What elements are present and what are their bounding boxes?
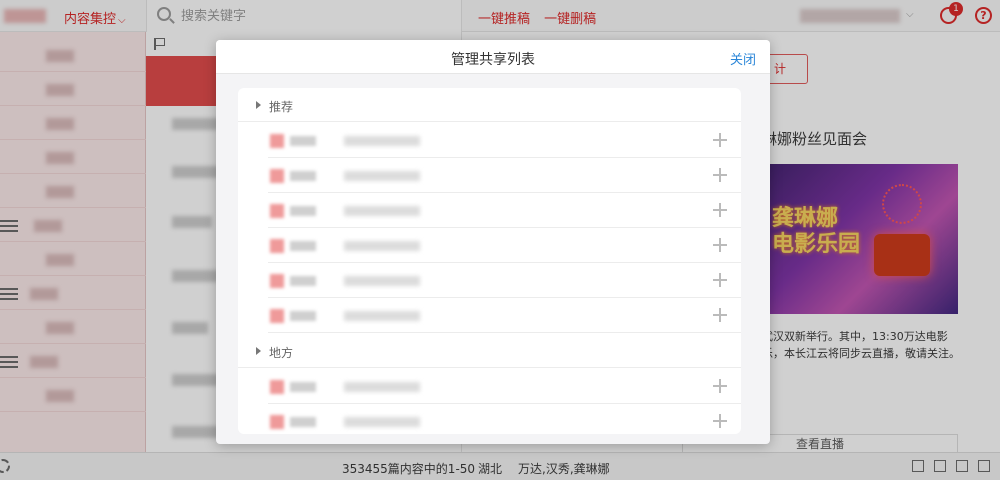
share-name <box>290 311 316 321</box>
share-desc <box>344 382 420 392</box>
share-row[interactable] <box>268 228 741 263</box>
share-desc <box>344 171 420 181</box>
share-desc <box>344 417 420 427</box>
avatar <box>270 274 284 288</box>
group-label: 推荐 <box>269 100 294 114</box>
close-button[interactable]: 关闭 <box>730 49 756 68</box>
drag-handle-icon[interactable] <box>713 168 727 182</box>
share-row[interactable] <box>268 123 741 158</box>
share-name <box>290 382 316 392</box>
share-name <box>290 206 316 216</box>
share-name <box>290 276 316 286</box>
drag-handle-icon[interactable] <box>713 133 727 147</box>
caret-right-icon <box>256 347 261 355</box>
drag-handle-icon[interactable] <box>713 308 727 322</box>
share-row[interactable] <box>268 298 741 333</box>
avatar <box>270 134 284 148</box>
share-row[interactable] <box>268 158 741 193</box>
share-row[interactable] <box>268 369 741 404</box>
share-desc <box>344 136 420 146</box>
avatar <box>270 169 284 183</box>
group-header-local[interactable]: 地方 <box>238 334 741 368</box>
drag-handle-icon[interactable] <box>713 414 727 428</box>
drag-handle-icon[interactable] <box>713 203 727 217</box>
avatar <box>270 415 284 429</box>
share-row[interactable] <box>268 193 741 228</box>
modal-title: 管理共享列表 <box>451 52 535 68</box>
share-row[interactable] <box>268 404 741 434</box>
share-desc <box>344 276 420 286</box>
avatar <box>270 309 284 323</box>
share-desc <box>344 311 420 321</box>
share-name <box>290 136 316 146</box>
share-name <box>290 241 316 251</box>
share-desc <box>344 206 420 216</box>
drag-handle-icon[interactable] <box>713 238 727 252</box>
caret-right-icon <box>256 101 261 109</box>
share-desc <box>344 241 420 251</box>
share-name <box>290 171 316 181</box>
drag-handle-icon[interactable] <box>713 273 727 287</box>
avatar <box>270 380 284 394</box>
share-list-modal: 管理共享列表 关闭 推荐 地方 <box>216 40 770 444</box>
share-name <box>290 417 316 427</box>
group-header-recommend[interactable]: 推荐 <box>238 88 741 122</box>
group-label: 地方 <box>269 346 294 360</box>
avatar <box>270 204 284 218</box>
avatar <box>270 239 284 253</box>
share-row[interactable] <box>268 263 741 298</box>
share-list: 推荐 地方 <box>238 88 741 434</box>
modal-header: 管理共享列表 关闭 <box>216 40 770 74</box>
drag-handle-icon[interactable] <box>713 379 727 393</box>
